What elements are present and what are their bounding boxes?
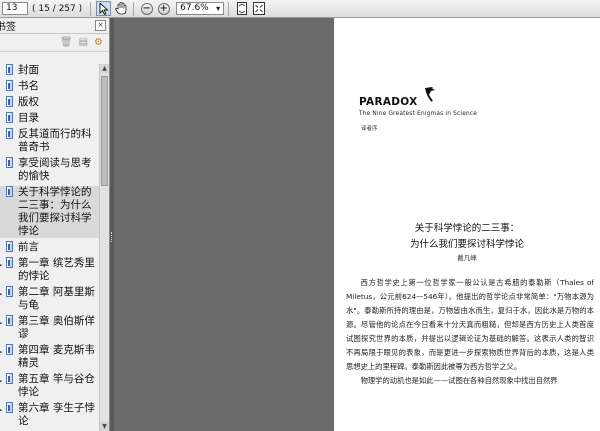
bookmarks-scrollbar[interactable]: ▲ ▼ — [99, 64, 109, 431]
bookmark-item[interactable]: ▸ 第四章 麦克斯韦精灵 — [0, 344, 100, 370]
fit-page-button[interactable] — [234, 1, 249, 16]
page-count-label: ( 15 / 257 ) — [32, 3, 83, 14]
zoom-level-select[interactable]: 67.6% ▾ — [176, 2, 225, 15]
select-tool-button[interactable] — [96, 1, 112, 16]
zoom-out-button[interactable]: − — [139, 1, 154, 16]
article-title-line2: 为什么我们要探讨科学悖论 — [409, 239, 524, 250]
paragraph: 西方哲学史上第一位哲学家一般公认是古希腊的泰勒斯（Thales of Milet… — [346, 278, 594, 371]
bookmarks-panel: 书签 × 🗑 ▤ ⚙ 封面 书名 版权 目录 反其道而行的科普奇书 享受阅读与思… — [0, 18, 110, 431]
article-author: 戴凡峰 — [457, 254, 477, 262]
cursor-icon — [99, 2, 109, 15]
bookmarks-panel-title: 书签 — [0, 22, 16, 33]
document-page: PARADOX The Nine Greatest Enigmas in Sci… — [334, 18, 600, 431]
fit-width-icon — [252, 2, 265, 15]
bookmark-item[interactable]: 反其道而行的科普奇书 — [0, 128, 100, 154]
bookmark-item[interactable]: ▸ 第一章 缤艺秀里的悖论 — [0, 257, 100, 283]
bookmark-icon — [6, 286, 13, 297]
close-panel-button[interactable]: × — [95, 20, 106, 31]
bookmark-label: 书名 — [18, 80, 39, 92]
bookmark-label: 第六章 孪生子悖论 — [18, 402, 95, 427]
bookmark-item[interactable]: ▸ 第六章 孪生子悖论 — [0, 402, 100, 428]
bookmark-item[interactable]: 封面 — [0, 64, 100, 77]
bookmark-label: 享受阅读与思考的愉快 — [18, 157, 92, 182]
toolbar-separator — [228, 1, 230, 16]
zoom-in-button[interactable]: + — [156, 1, 171, 16]
fit-page-icon — [236, 2, 247, 15]
bookmarks-toolbar: 🗑 ▤ ⚙ — [0, 34, 109, 52]
bookmark-label: 目录 — [18, 112, 39, 124]
bookmark-icon — [6, 315, 13, 326]
minus-icon: − — [140, 2, 153, 15]
plus-icon: + — [157, 2, 170, 15]
zoom-level-value: 67.6% — [180, 3, 209, 13]
bookmark-icon — [6, 186, 13, 197]
expand-icon[interactable]: ▸ — [0, 404, 3, 417]
bookmark-icon — [6, 80, 13, 91]
bookmark-icon — [6, 241, 13, 252]
preface-label: 译者序 — [361, 126, 378, 132]
bookmark-icon — [6, 157, 13, 168]
bookmark-label: 反其道而行的科普奇书 — [18, 128, 92, 153]
toolbar-separator — [133, 1, 135, 16]
hand-tool-button[interactable] — [113, 1, 128, 16]
expand-icon[interactable]: ▸ — [0, 375, 3, 388]
bookmark-label: 第一章 缤艺秀里的悖论 — [18, 257, 95, 282]
bookmark-item-selected[interactable]: 关于科学悖论的二三事：为什么我们要探讨科学悖论 — [0, 186, 100, 238]
fit-width-button[interactable] — [251, 1, 266, 16]
splitter-grip[interactable] — [111, 232, 114, 242]
book-subtitle: The Nine Greatest Enigmas in Science — [359, 111, 477, 117]
panel-splitter[interactable] — [110, 18, 114, 431]
paragraph: 物理学的动机也是如此——试图在各种自然现象中找出自然界 — [360, 376, 558, 385]
scroll-thumb[interactable] — [101, 76, 108, 186]
bookmarks-panel-header: 书签 × — [0, 18, 109, 34]
bookmark-label: 版权 — [18, 96, 39, 108]
bookmark-label: 封面 — [18, 64, 39, 76]
bookmark-item[interactable]: 版权 — [0, 96, 100, 109]
bookmark-label: 关于科学悖论的二三事：为什么我们要探讨科学悖论 — [18, 186, 92, 237]
bookmark-icon — [6, 112, 13, 123]
bookmark-label: 第五章 竿与谷仓悖论 — [18, 373, 95, 398]
bookmark-item[interactable]: 前言 — [0, 241, 100, 254]
hand-icon — [114, 2, 127, 15]
paradox-logo-text: PARADOX — [359, 96, 418, 108]
article-title-line1: 关于科学悖论的二三事： — [414, 223, 520, 234]
bookmark-item[interactable]: 享受阅读与思考的愉快 — [0, 157, 100, 183]
page-number-input[interactable] — [2, 2, 28, 15]
bookmark-icon — [6, 96, 13, 107]
scroll-down-icon[interactable]: ▼ — [100, 422, 109, 431]
bookmark-options-icon[interactable]: ⚙ — [94, 37, 103, 48]
bookmark-icon — [6, 64, 13, 75]
paradox-logo-icon — [425, 87, 435, 102]
delete-bookmark-icon[interactable]: 🗑 — [60, 37, 73, 48]
new-bookmark-icon[interactable]: ▤ — [79, 37, 88, 48]
bookmark-icon — [6, 344, 13, 355]
toolbar: ( 15 / 257 ) − + 67.6% ▾ — [0, 0, 600, 18]
bookmark-list: 封面 书名 版权 目录 反其道而行的科普奇书 享受阅读与思考的愉快 关于科学悖论… — [0, 64, 100, 431]
bookmark-label: 第四章 麦克斯韦精灵 — [18, 344, 95, 369]
bookmark-label: 前言 — [18, 241, 39, 253]
scroll-up-icon[interactable]: ▲ — [100, 64, 109, 73]
bookmark-item[interactable]: ▸ 第五章 竿与谷仓悖论 — [0, 373, 100, 399]
expand-icon[interactable]: ▸ — [0, 317, 3, 330]
bookmark-label: 第二章 阿基里斯与龟 — [18, 286, 95, 311]
bookmark-item[interactable]: 书名 — [0, 80, 100, 93]
toolbar-separator — [90, 1, 92, 16]
article-body: 西方哲学史上第一位哲学家一般公认是古希腊的泰勒斯（Thales of Milet… — [346, 276, 594, 388]
bookmark-icon — [6, 128, 13, 139]
bookmark-label: 第三章 奥伯斯佯谬 — [18, 315, 95, 340]
chevron-down-icon: ▾ — [216, 4, 221, 13]
bookmark-item[interactable]: ▸ 第二章 阿基里斯与龟 — [0, 286, 100, 312]
expand-icon[interactable]: ▸ — [0, 259, 3, 272]
expand-icon[interactable]: ▸ — [0, 346, 3, 359]
bookmark-icon — [6, 257, 13, 268]
bookmark-item[interactable]: 目录 — [0, 112, 100, 125]
bookmark-item[interactable]: ▸ 第三章 奥伯斯佯谬 — [0, 315, 100, 341]
bookmark-icon — [6, 402, 13, 413]
bookmark-icon — [6, 373, 13, 384]
expand-icon[interactable]: ▸ — [0, 288, 3, 301]
